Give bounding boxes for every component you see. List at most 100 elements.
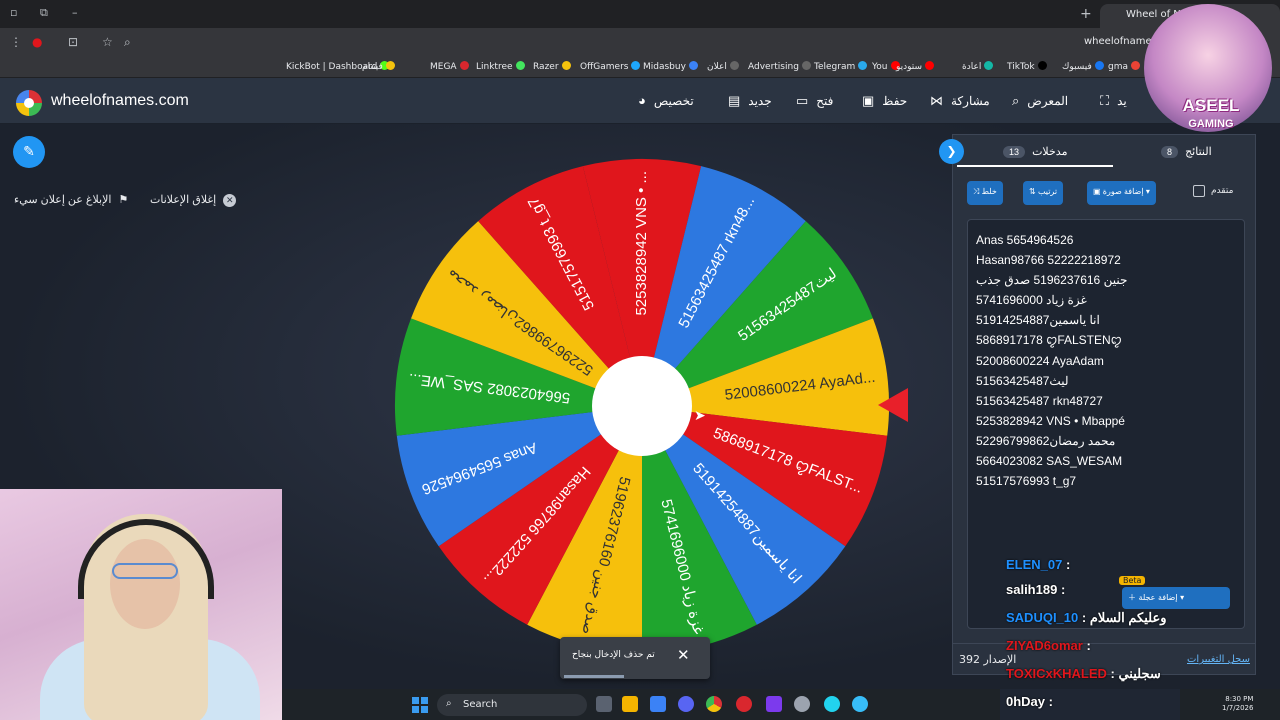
restore-icon[interactable]: ⧉ [40, 6, 48, 20]
menu-dots-icon[interactable]: ⋮ [10, 35, 22, 49]
app-icon[interactable] [852, 696, 868, 712]
version-label: الإصدار [983, 653, 1017, 666]
bookmark-favicon-icon [1094, 61, 1104, 70]
wheel-pointer-icon [878, 388, 908, 422]
nav-item[interactable]: ⋈ مشاركة [924, 93, 990, 109]
nav-item[interactable]: ▤ جديد [722, 93, 772, 109]
bookmark-favicon-icon [801, 61, 811, 70]
chrome-icon[interactable] [706, 696, 722, 712]
chat-message: SADUQI_10 : وعليكم السلام [1006, 610, 1167, 626]
bookmark-item[interactable]: MEGA [430, 61, 469, 72]
advanced-label: متقدم [1211, 186, 1234, 196]
nav-item[interactable]: ⌕ المعرض [1006, 93, 1068, 109]
opera-icon[interactable] [736, 696, 752, 712]
close-ads-link[interactable]: إغلاق الإعلانات ✕ [150, 193, 237, 207]
bookmark-item[interactable]: OffGamers [580, 61, 641, 72]
toast-message: تم حذف الإدخال بنجاح [572, 650, 655, 660]
taskbar: ⌕ Search [282, 689, 1000, 720]
app-icon[interactable] [766, 696, 782, 712]
bookmark-item[interactable]: Razer [533, 61, 571, 72]
spin-wheel[interactable]: 5253828942 VNS • ... 51563425487 rkn48...… [392, 156, 892, 656]
nav-item[interactable]: ◕ تخصيص [632, 93, 694, 108]
bookmark-star-icon[interactable]: ☆ [102, 35, 113, 49]
streamer-name: ASEEL [1182, 96, 1240, 115]
chat-separator: : [1078, 610, 1090, 625]
folder-icon: ▭ [796, 93, 809, 108]
store-icon[interactable] [650, 696, 666, 712]
bookmark-favicon-icon [688, 61, 698, 70]
bookmark-item[interactable]: اعادة [962, 61, 994, 72]
bookmark-item[interactable]: Midasbuy [643, 61, 698, 72]
entry-line: 51563425487 rkn48727 [976, 393, 1103, 408]
wheel-hub[interactable] [592, 356, 692, 456]
advanced-checkbox[interactable] [1193, 185, 1205, 197]
chat-message: 0hDay : [1006, 694, 1053, 709]
tab-results[interactable]: 8 النتائج [1161, 145, 1212, 158]
bookmark-item[interactable]: Linktree [476, 61, 525, 72]
nav-item[interactable]: ⛶ يد [1094, 93, 1127, 109]
sort-icon: ⇅ [1029, 187, 1036, 196]
bookmark-favicon-icon [729, 61, 739, 70]
window-menu-icon[interactable]: ▫ [10, 6, 17, 19]
bookmark-item[interactable]: اعلان [707, 61, 739, 72]
add-image-button[interactable]: ▣ إضافة صورة ▾ [1087, 181, 1156, 205]
entry-line: Hasan98766 52222218972 [976, 253, 1121, 268]
share-icon: ⋈ [930, 93, 943, 108]
bookmark-item[interactable]: فيسبوك [1062, 61, 1104, 72]
zoom-icon[interactable]: ⌕ [124, 35, 131, 50]
entry-line: Anas 5654964526 [976, 233, 1074, 247]
toast-progress [564, 675, 624, 678]
palette-icon: ◕ [638, 93, 646, 108]
entry-line: 51914254887انا ياسمين [976, 313, 1100, 328]
report-ad-link[interactable]: الإبلاغ عن إعلان سيء ⚑ [14, 193, 128, 206]
extensions-icon[interactable]: ⊡ [68, 35, 78, 49]
windows-start-icon[interactable] [412, 697, 428, 713]
chevron-down-icon: ▾ [1145, 187, 1150, 196]
entry-line: جنين 5196237616 صدق جذب [976, 273, 1128, 288]
minimize-icon[interactable]: – [72, 6, 78, 19]
task-view-icon[interactable] [596, 696, 612, 712]
tab-entries[interactable]: 13 مدخلات [1003, 145, 1067, 158]
wheel-logo-icon[interactable] [16, 90, 42, 116]
changelog-link[interactable]: سجل التغييرات [1187, 654, 1250, 665]
edit-pencil-button[interactable]: ✎ [13, 136, 45, 168]
bookmark-favicon-icon [631, 61, 641, 70]
bookmark-item[interactable]: Telegram [814, 61, 868, 72]
close-icon[interactable]: ✕ [677, 646, 690, 664]
discord-icon[interactable] [678, 696, 694, 712]
save-icon: ▣ [862, 93, 875, 108]
file-icon: ▤ [728, 93, 741, 108]
app-icon[interactable] [824, 696, 840, 712]
profile-icon[interactable]: ● [32, 35, 42, 49]
nav-item[interactable]: ▣ حفظ [856, 93, 907, 109]
site-header: wheelofnames.com ◕ تخصيص ▤ جديد ▭ فتح ▣ حفظ ⋈ مشا… [0, 78, 1280, 124]
webcam-headset [78, 519, 214, 599]
bookmark-item[interactable]: Advertising [748, 61, 811, 72]
site-name[interactable]: wheelofnames.com [51, 92, 189, 110]
chat-username: SADUQI_10 [1006, 610, 1079, 625]
search-icon: ⌕ [1012, 93, 1020, 108]
version-number: 392 [959, 653, 980, 666]
plus-icon: ＋ [1128, 593, 1136, 602]
app-icon[interactable] [794, 696, 810, 712]
flag-icon: ⚑ [118, 194, 129, 206]
entry-line: 52008600224 AyaAdam [976, 353, 1104, 368]
bookmark-item[interactable]: TikTok [1007, 61, 1047, 72]
bookmark-favicon-icon [925, 61, 935, 70]
new-tab-icon[interactable]: + [1080, 6, 1092, 22]
bookmark-item[interactable]: ستوديو [896, 61, 935, 72]
shuffle-button[interactable]: ⤨ خلط [967, 181, 1003, 205]
collapse-panel-button[interactable]: ❯ [939, 139, 964, 164]
file-explorer-icon[interactable] [622, 696, 638, 712]
clock[interactable]: 8:30 PM 1/7/2026 [1222, 695, 1253, 713]
shuffle-icon: ⤨ [973, 187, 980, 196]
taskbar-search[interactable]: ⌕ Search [437, 694, 587, 716]
bookmark-favicon-icon [515, 61, 525, 70]
sort-button[interactable]: ⇅ ترتيب [1023, 181, 1064, 205]
quick-add-wheel-button[interactable]: ＋ إضافة عجلة ▾ [1122, 587, 1230, 609]
bookmark-item[interactable]: فيتنام [362, 61, 395, 72]
bookmark-favicon-icon [984, 61, 994, 70]
nav-item[interactable]: ▭ فتح [790, 93, 833, 109]
chat-username: ELEN_07 [1006, 557, 1063, 572]
bookmark-favicon-icon [858, 61, 868, 70]
